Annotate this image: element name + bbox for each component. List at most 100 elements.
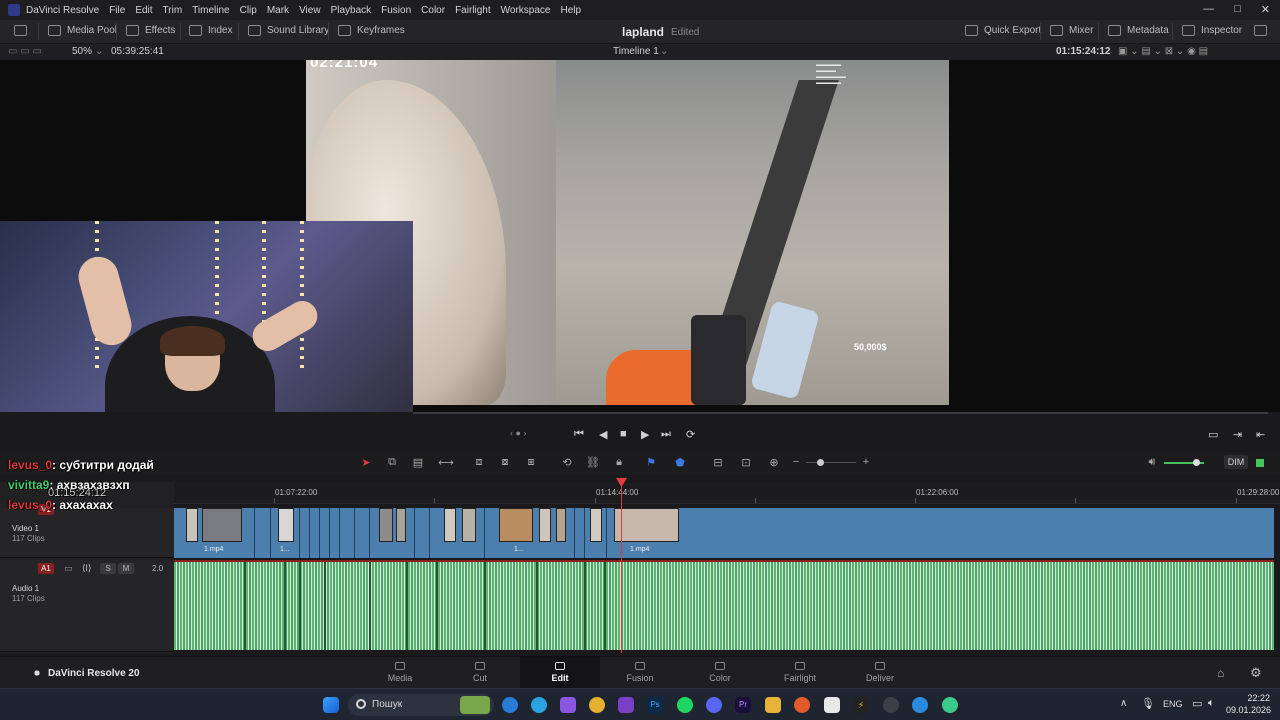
menu-file[interactable]: File xyxy=(109,5,125,16)
video-track-header[interactable]: V1 Video 1 117 Clips xyxy=(0,504,174,558)
snapping-icon[interactable]: ⟲ xyxy=(559,456,575,469)
chevron-down-icon[interactable]: ⌄ xyxy=(95,46,103,57)
close-icon[interactable]: ✕ xyxy=(1261,3,1270,16)
home-icon[interactable]: ⌂ xyxy=(1217,666,1224,680)
menu-help[interactable]: Help xyxy=(560,5,581,16)
marker-icon[interactable]: ⬟ xyxy=(672,456,688,469)
timeline-ruler[interactable]: 01:07:22:00 01:14:44:00 01:22:06:00 01:2… xyxy=(174,482,1280,504)
photoshop-icon[interactable]: Ps xyxy=(647,697,663,713)
index-button[interactable]: Index xyxy=(189,25,232,36)
app-icon[interactable] xyxy=(560,697,576,713)
tab-fairlight[interactable]: Fairlight xyxy=(760,657,840,689)
audio-track[interactable] xyxy=(174,560,1274,650)
menu-trim[interactable]: Trim xyxy=(163,5,183,16)
timeline-name-dropdown[interactable]: Timeline 1 xyxy=(613,46,659,57)
layout-toggle-icon[interactable] xyxy=(1254,25,1267,36)
tab-edit[interactable]: Edit xyxy=(520,657,600,689)
zoom-in-icon[interactable]: + xyxy=(858,456,874,469)
video-track[interactable]: 1.mp4 1... 1... 1.mp4 xyxy=(174,508,1274,558)
menu-timeline[interactable]: Timeline xyxy=(192,5,229,16)
chevron-up-icon[interactable]: ∧ xyxy=(1120,698,1127,709)
zoom-dropdown[interactable]: 50% xyxy=(72,46,92,57)
dynamic-trim-icon[interactable]: ▤ xyxy=(410,456,426,469)
menu-clip[interactable]: Clip xyxy=(240,5,257,16)
explorer-icon[interactable] xyxy=(765,697,781,713)
go-to-end-icon[interactable]: ⏭ xyxy=(661,428,671,441)
language-indicator[interactable]: ENG xyxy=(1163,699,1183,709)
solo-button[interactable]: S xyxy=(100,563,116,574)
trim-tool-icon[interactable]: ⧉ xyxy=(384,456,400,469)
zoom-slider[interactable] xyxy=(806,462,856,463)
stop-icon[interactable]: ■ xyxy=(620,428,627,440)
zoom-detail-icon[interactable]: ⊡ xyxy=(738,456,754,469)
zoom-full-icon[interactable]: ⊟ xyxy=(710,456,726,469)
viewer-layout-icons[interactable]: ▭ ▭ ▭ xyxy=(8,46,42,57)
blade-tool-icon[interactable]: ⟷ xyxy=(438,456,454,469)
taskbar-search[interactable]: Пошук xyxy=(348,694,494,716)
link-icon[interactable]: ⟨ǀ⟩ xyxy=(82,563,91,574)
jog-control[interactable]: ‹ ● › xyxy=(510,428,526,438)
quick-export-button[interactable]: Quick Export xyxy=(965,25,1041,36)
volume-slider-handle[interactable] xyxy=(1193,459,1200,466)
tab-media[interactable]: Media xyxy=(360,657,440,689)
clip-label[interactable]: 1.mp4 xyxy=(630,546,649,553)
menu-fusion[interactable]: Fusion xyxy=(381,5,411,16)
clock-date[interactable]: 09.01.2026 xyxy=(1226,705,1271,715)
dim-button[interactable]: DIM xyxy=(1224,455,1248,469)
insert-clip-icon[interactable]: ⧈ xyxy=(471,456,487,469)
clip-label[interactable]: 1.mp4 xyxy=(204,546,223,553)
inspector-button[interactable]: Inspector xyxy=(1182,25,1242,36)
gear-icon[interactable]: ⚙ xyxy=(1250,665,1262,681)
zoom-out-icon[interactable]: − xyxy=(788,456,804,469)
spotify-icon[interactable] xyxy=(677,697,693,713)
clip-label[interactable]: 1... xyxy=(514,546,524,553)
start-icon[interactable] xyxy=(323,697,339,713)
media-pool-button[interactable]: Media Pool xyxy=(48,25,117,36)
tab-cut[interactable]: Cut xyxy=(440,657,520,689)
match-frame-icon[interactable]: ▭ xyxy=(1208,428,1218,441)
tab-fusion[interactable]: Fusion xyxy=(600,657,680,689)
minimize-icon[interactable]: — xyxy=(1203,3,1214,16)
maximize-icon[interactable]: □ xyxy=(1234,3,1241,16)
play-icon[interactable]: ▶ xyxy=(641,428,649,441)
effects-button[interactable]: Effects xyxy=(126,25,175,36)
menu-fairlight[interactable]: Fairlight xyxy=(455,5,491,16)
obs-icon[interactable] xyxy=(883,697,899,713)
app-icon[interactable]: ⚡ xyxy=(853,697,869,713)
keyframes-button[interactable]: Keyframes xyxy=(338,25,405,36)
app-icon[interactable] xyxy=(912,697,928,713)
metadata-button[interactable]: Metadata xyxy=(1108,25,1169,36)
premiere-icon[interactable]: Pr xyxy=(735,697,751,713)
replace-clip-icon[interactable]: ⧆ xyxy=(523,456,539,469)
chevron-down-icon[interactable]: ⌄ xyxy=(660,46,668,57)
edge-icon[interactable] xyxy=(502,697,518,713)
menu-color[interactable]: Color xyxy=(421,5,445,16)
chrome-icon[interactable] xyxy=(589,697,605,713)
menu-playback[interactable]: Playback xyxy=(331,5,372,16)
viewer-options-icons[interactable]: ▣ ⌄ ▤ ⌄ ⊠ ⌄ ◉ ▤ xyxy=(1118,46,1208,57)
go-to-start-icon[interactable]: ⏮ xyxy=(574,428,584,441)
speaker-icon[interactable]: 🔈︎ xyxy=(1208,697,1215,710)
next-edit-icon[interactable]: ⇥ xyxy=(1233,428,1242,441)
mixer-button[interactable]: Mixer xyxy=(1050,25,1093,36)
clock-time[interactable]: 22:22 xyxy=(1236,693,1270,703)
app-icon[interactable] xyxy=(942,697,958,713)
clip-label[interactable]: 1... xyxy=(280,546,290,553)
tab-deliver[interactable]: Deliver xyxy=(840,657,920,689)
link-icon[interactable]: ⛓ xyxy=(585,456,601,469)
flag-icon[interactable]: ⚑ xyxy=(643,456,659,469)
zoom-slider-handle[interactable] xyxy=(817,459,824,466)
panel-toggle-icon[interactable] xyxy=(14,25,27,36)
lock-icon[interactable]: 🔒︎ xyxy=(611,456,627,469)
mute-button[interactable]: M xyxy=(118,563,134,574)
audio-track-header[interactable]: A1 ▭ ⟨ǀ⟩ S M 2.0 Audio 1 117 Clips xyxy=(0,560,174,652)
loop-icon[interactable]: ⟳ xyxy=(686,428,695,441)
sound-library-button[interactable]: Sound Library xyxy=(248,25,329,36)
volume-icon[interactable]: 🔊︎ xyxy=(1144,456,1160,469)
playhead[interactable] xyxy=(621,478,622,653)
twitch-icon[interactable] xyxy=(618,697,634,713)
notepad-icon[interactable] xyxy=(824,697,840,713)
discord-icon[interactable] xyxy=(706,697,722,713)
viewer-scrub-bar[interactable] xyxy=(413,412,1268,414)
zoom-custom-icon[interactable]: ⊕ xyxy=(766,456,782,469)
